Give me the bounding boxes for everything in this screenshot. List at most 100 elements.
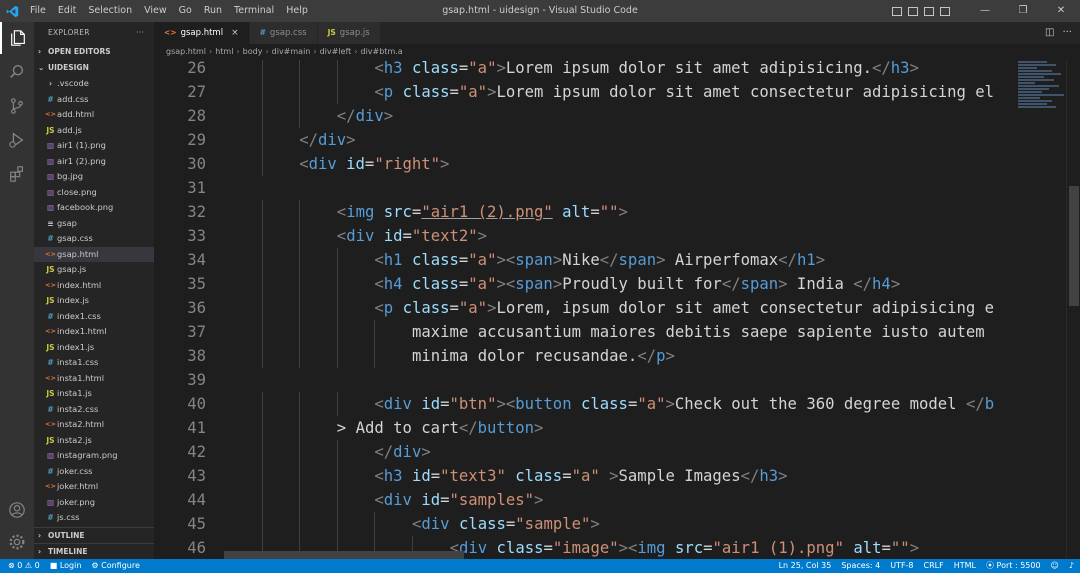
code-line[interactable]: 28 </div>	[154, 104, 1024, 128]
scrollbar-thumb[interactable]	[1069, 186, 1079, 306]
code-line[interactable]: 37 maxime accusantium maiores debitis sae…	[154, 320, 1024, 344]
file-item[interactable]: ▧ air1 (2).png	[34, 154, 154, 170]
file-item[interactable]: <> insta1.html	[34, 371, 154, 387]
file-item[interactable]: ▧ facebook.png	[34, 200, 154, 216]
account-icon[interactable]	[0, 494, 34, 526]
outline-section[interactable]: › OUTLINE	[34, 527, 154, 543]
code-line[interactable]: 45 <div class="sample">	[154, 512, 1024, 536]
code-line[interactable]: 35 <h4 class="a"><span>Proudly built for<…	[154, 272, 1024, 296]
horizontal-scrollbar[interactable]	[224, 551, 464, 559]
split-editor-icon[interactable]: ◫	[1045, 22, 1054, 44]
code-line[interactable]: 42 </div>	[154, 440, 1024, 464]
live-server-port[interactable]: ⦿ Port : 5500	[986, 559, 1041, 573]
file-item[interactable]: JS add.js	[34, 123, 154, 139]
settings-gear-icon[interactable]	[0, 526, 34, 558]
configure-button[interactable]: ⚙ Configure	[91, 559, 140, 573]
minimap[interactable]	[1018, 60, 1066, 150]
menu-file[interactable]: File	[24, 0, 52, 22]
file-item[interactable]: JS insta2.js	[34, 433, 154, 449]
encoding[interactable]: UTF-8	[890, 559, 913, 573]
minimize-button[interactable]: —	[966, 0, 1004, 22]
code-line[interactable]: 26 <h3 class="a">Lorem ipsum dolor sit am…	[154, 60, 1024, 80]
code-line[interactable]: 32 <img src="air1 (2).png" alt="">	[154, 200, 1024, 224]
file-item[interactable]: JS gsap.js	[34, 262, 154, 278]
cursor-position[interactable]: Ln 25, Col 35	[779, 559, 832, 573]
menu-run[interactable]: Run	[198, 0, 228, 22]
more-editor-actions-icon[interactable]: ···	[1062, 22, 1072, 44]
menu-go[interactable]: Go	[173, 0, 198, 22]
breadcrumb-item[interactable]: div#btm.a	[360, 47, 402, 56]
close-tab-icon[interactable]: ×	[231, 22, 239, 44]
file-item[interactable]: # js.css	[34, 510, 154, 526]
notifications-bell-icon[interactable]: ♪	[1069, 559, 1074, 573]
menu-help[interactable]: Help	[280, 0, 314, 22]
file-item[interactable]: ▧ instagram.png	[34, 448, 154, 464]
menu-view[interactable]: View	[138, 0, 173, 22]
breadcrumb-item[interactable]: div#left	[320, 47, 352, 56]
more-actions-icon[interactable]: ···	[136, 22, 144, 44]
file-item[interactable]: # insta1.css	[34, 355, 154, 371]
code-line[interactable]: 41 > Add to cart</button>	[154, 416, 1024, 440]
breadcrumb-item[interactable]: html	[215, 47, 233, 56]
menu-edit[interactable]: Edit	[52, 0, 82, 22]
file-item[interactable]: › .vscode	[34, 76, 154, 92]
project-folder[interactable]: ⌄ UIDESIGN	[34, 60, 154, 76]
login-button[interactable]: ■ Login	[50, 559, 82, 573]
file-item[interactable]: ▧ joker.png	[34, 495, 154, 511]
breadcrumb-item[interactable]: body	[243, 47, 263, 56]
file-item[interactable]: JS insta1.js	[34, 386, 154, 402]
tab-gsap-js[interactable]: JS gsap.js	[317, 22, 381, 44]
code-line[interactable]: 44 <div id="samples">	[154, 488, 1024, 512]
code-line[interactable]: 40 <div id="btn"><button class="a">Check …	[154, 392, 1024, 416]
file-item[interactable]: # gsap.css	[34, 231, 154, 247]
extensions-icon[interactable]	[0, 158, 34, 190]
menu-selection[interactable]: Selection	[82, 0, 138, 22]
file-item[interactable]: ≡ gsap	[34, 216, 154, 232]
language-mode[interactable]: HTML	[954, 559, 976, 573]
feedback-icon[interactable]: ☺	[1051, 559, 1059, 573]
file-item[interactable]: JS index.js	[34, 293, 154, 309]
run-debug-icon[interactable]	[0, 124, 34, 156]
file-item[interactable]: <> index.html	[34, 278, 154, 294]
file-item[interactable]: ▧ air1 (1).png	[34, 138, 154, 154]
file-item[interactable]: # joker.css	[34, 464, 154, 480]
code-line[interactable]: 30 <div id="right">	[154, 152, 1024, 176]
timeline-section[interactable]: › TIMELINE	[34, 543, 154, 559]
file-item[interactable]: <> add.html	[34, 107, 154, 123]
code-line[interactable]: 27 <p class="a">Lorem ipsum dolor sit ame…	[154, 80, 1024, 104]
file-item[interactable]: <> gsap.html	[34, 246, 154, 262]
toggle-secondary-sidebar-icon[interactable]	[924, 6, 934, 16]
code-line[interactable]: 43 <h3 id="text3" class="a" >Sample Image…	[154, 464, 1024, 488]
code-line[interactable]: 33 <div id="text2">	[154, 224, 1024, 248]
restore-button[interactable]: ❐	[1004, 0, 1042, 22]
file-item[interactable]: # insta2.css	[34, 402, 154, 418]
code-line[interactable]: 29 </div>	[154, 128, 1024, 152]
code-line[interactable]: 38 minima dolor recusandae.</p>	[154, 344, 1024, 368]
source-control-icon[interactable]	[0, 90, 34, 122]
code-line[interactable]: 39	[154, 368, 1024, 392]
file-item[interactable]: <> joker.html	[34, 479, 154, 495]
file-item[interactable]: <> insta2.html	[34, 417, 154, 433]
file-item[interactable]: # index1.css	[34, 309, 154, 325]
file-item[interactable]: ▧ close.png	[34, 185, 154, 201]
toggle-panel-icon[interactable]	[908, 6, 918, 16]
tab-gsap-html[interactable]: <> gsap.html ×	[154, 22, 250, 44]
close-window-button[interactable]: ✕	[1042, 0, 1080, 22]
toggle-sidebar-icon[interactable]	[892, 6, 902, 16]
file-item[interactable]: <> index1.html	[34, 324, 154, 340]
code-line[interactable]: 31	[154, 176, 1024, 200]
code-line[interactable]: 34 <h1 class="a"><span>Nike</span> Airper…	[154, 248, 1024, 272]
code-editor[interactable]: 46 <div class="image"><img src="air1 (1).…	[154, 60, 1080, 559]
search-icon[interactable]	[0, 56, 34, 88]
explorer-icon[interactable]	[0, 22, 34, 54]
file-item[interactable]: JS index1.js	[34, 340, 154, 356]
file-item[interactable]: ▧ bg.jpg	[34, 169, 154, 185]
vertical-scrollbar[interactable]	[1066, 60, 1080, 559]
customize-layout-icon[interactable]	[940, 6, 950, 16]
breadcrumb-item[interactable]: gsap.html	[166, 47, 206, 56]
problems-indicator[interactable]: ⊗ 0 ⚠ 0	[8, 559, 40, 573]
open-editors-section[interactable]: › OPEN EDITORS	[34, 44, 154, 60]
menu-terminal[interactable]: Terminal	[228, 0, 280, 22]
code-line[interactable]: 36 <p class="a">Lorem, ipsum dolor sit am…	[154, 296, 1024, 320]
tab-gsap-css[interactable]: # gsap.css	[249, 22, 318, 44]
